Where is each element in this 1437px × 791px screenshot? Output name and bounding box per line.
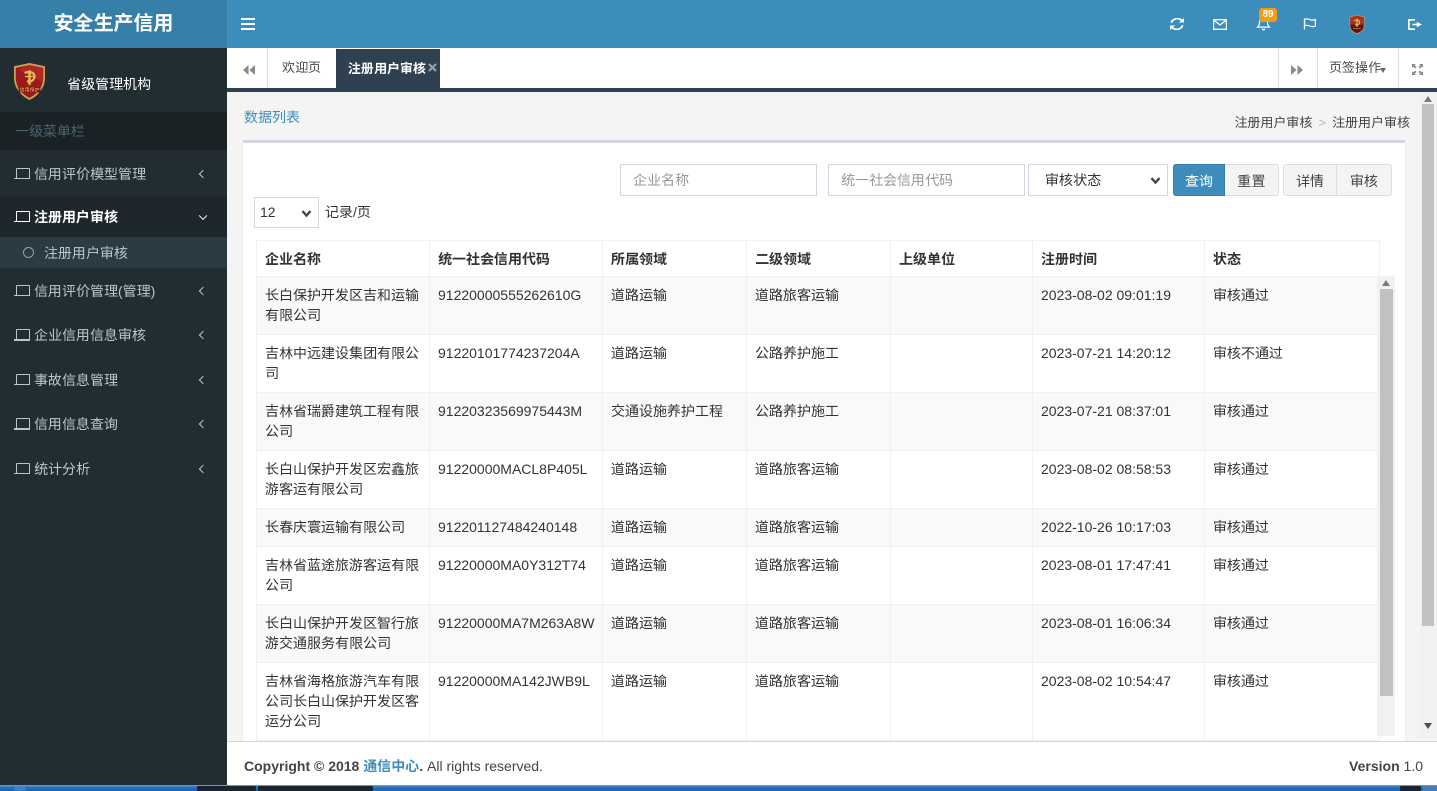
svg-text:信用保护: 信用保护 [19,87,39,94]
